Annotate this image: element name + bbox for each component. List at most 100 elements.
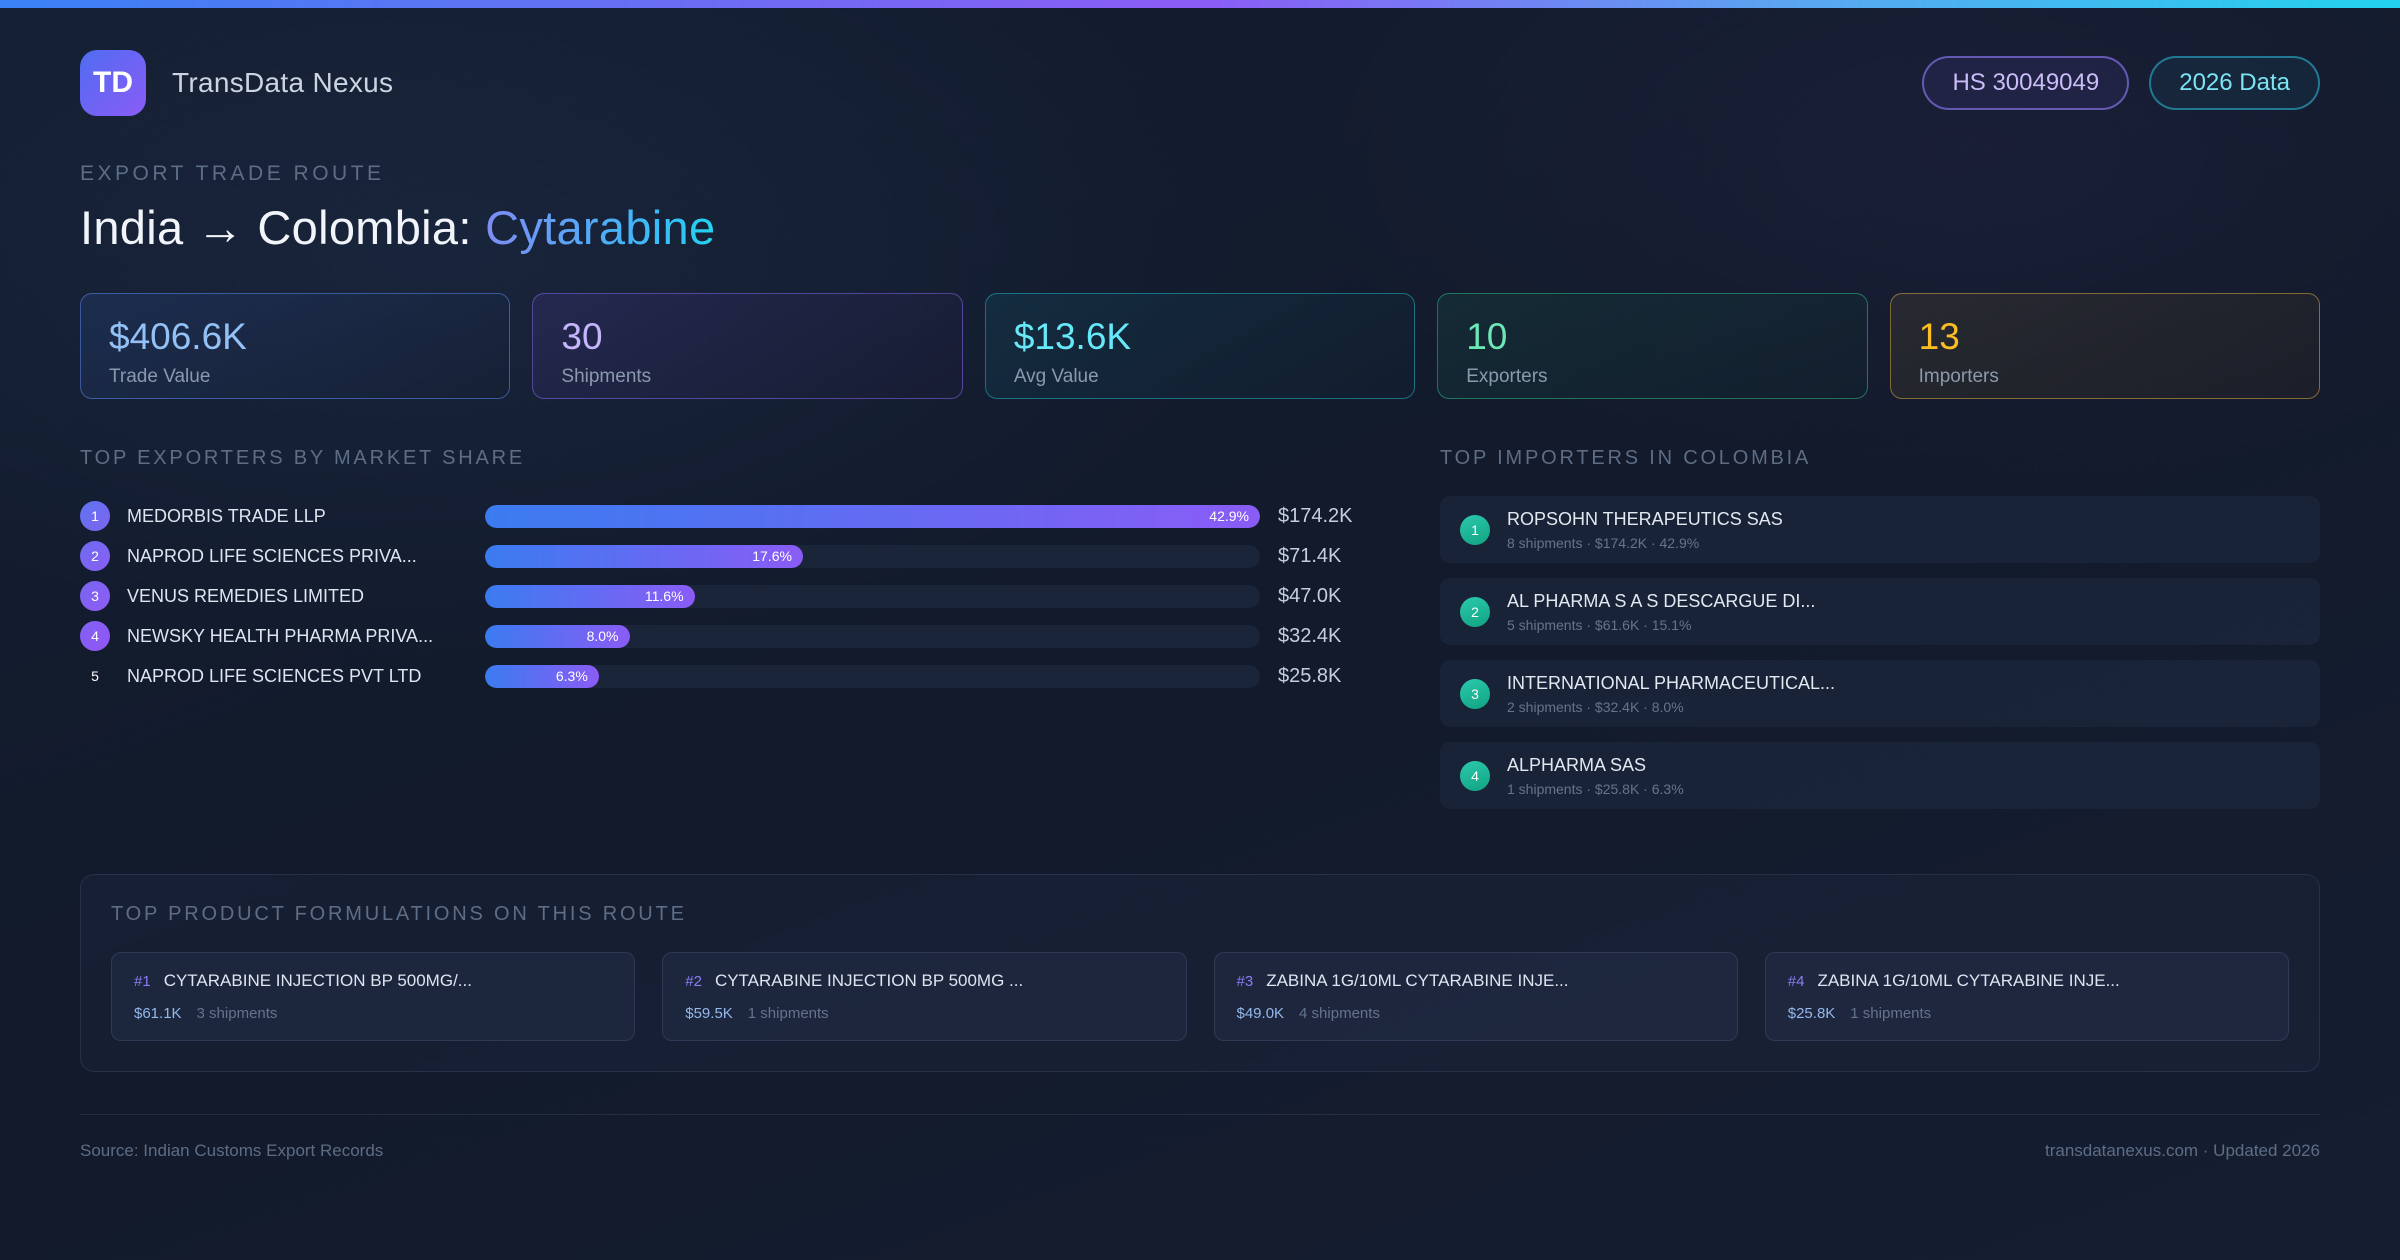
stat-label: Shipments [561, 366, 933, 388]
exporter-name: NAPROD LIFE SCIENCES PRIVA... [127, 546, 485, 567]
exporters-heading: TOP EXPORTERS BY MARKET SHARE [80, 447, 1370, 470]
importers-heading: TOP IMPORTERS IN COLOMBIA [1440, 447, 2320, 470]
product-value: $25.8K [1788, 1005, 1836, 1022]
exporter-name: MEDORBIS TRADE LLP [127, 506, 485, 527]
exporter-row[interactable]: 4 NEWSKY HEALTH PHARMA PRIVA... 8.0% $32… [80, 616, 1370, 656]
stat-importers[interactable]: 13 Importers [1890, 293, 2320, 399]
formulations-heading: TOP PRODUCT FORMULATIONS ON THIS ROUTE [111, 903, 2289, 926]
market-share-bar: 6.3% [485, 665, 599, 688]
rank-badge: 4 [1460, 761, 1490, 791]
market-share-bar: 42.9% [485, 505, 1260, 528]
route-title: India → Colombia: [80, 201, 485, 254]
product-title: Cytarabine [485, 201, 715, 254]
product-card-top: #2 CYTARABINE INJECTION BP 500MG ... [685, 971, 1163, 991]
importer-info: ALPHARMA SAS 1 shipments · $25.8K · 6.3% [1507, 755, 1684, 797]
rank-badge: 5 [80, 661, 110, 691]
market-share-percent: 11.6% [645, 588, 684, 604]
rank-badge: 3 [80, 581, 110, 611]
product-value: $61.1K [134, 1005, 182, 1022]
importer-card[interactable]: 3 INTERNATIONAL PHARMACEUTICAL... 2 ship… [1440, 660, 2320, 727]
product-value: $49.0K [1237, 1005, 1285, 1022]
rank-badge: 2 [80, 541, 110, 571]
app-logo[interactable]: TD [80, 50, 146, 116]
rank-badge: 1 [80, 501, 110, 531]
site-link[interactable]: transdatanexus.com · Updated 2026 [2045, 1141, 2320, 1161]
product-value: $59.5K [685, 1005, 733, 1022]
market-share-percent: 6.3% [556, 668, 588, 684]
importer-meta: 8 shipments · $174.2K · 42.9% [1507, 535, 1783, 551]
stat-label: Avg Value [1014, 366, 1386, 388]
importer-meta: 5 shipments · $61.6K · 15.1% [1507, 617, 1815, 633]
product-name: ZABINA 1G/10ML CYTARABINE INJE... [1266, 971, 1568, 991]
rank-badge: 4 [80, 621, 110, 651]
importer-name: ROPSOHN THERAPEUTICS SAS [1507, 509, 1783, 530]
stat-trade-value[interactable]: $406.6K Trade Value [80, 293, 510, 399]
importer-meta: 2 shipments · $32.4K · 8.0% [1507, 699, 1835, 715]
exporter-name: NAPROD LIFE SCIENCES PVT LTD [127, 666, 485, 687]
stat-value: 30 [561, 316, 933, 358]
rank-badge: 3 [1460, 679, 1490, 709]
hs-code-badge[interactable]: HS 30049049 [1922, 56, 2129, 111]
stat-value: 10 [1466, 316, 1838, 358]
stat-label: Importers [1919, 366, 2291, 388]
year-data-badge[interactable]: 2026 Data [2149, 56, 2320, 111]
stat-exporters[interactable]: 10 Exporters [1437, 293, 1867, 399]
importer-card[interactable]: 1 ROPSOHN THERAPEUTICS SAS 8 shipments ·… [1440, 496, 2320, 563]
footer: Source: Indian Customs Export Records tr… [80, 1114, 2320, 1161]
exporter-value: $174.2K [1260, 505, 1370, 528]
exporter-name: NEWSKY HEALTH PHARMA PRIVA... [127, 626, 485, 647]
rank-badge: 2 [1460, 597, 1490, 627]
importer-card[interactable]: 4 ALPHARMA SAS 1 shipments · $25.8K · 6.… [1440, 742, 2320, 809]
app-logo-text: TD [93, 66, 133, 100]
product-card-bottom: $25.8K 1 shipments [1788, 1005, 2266, 1022]
product-rank: #2 [685, 973, 702, 990]
stat-label: Trade Value [109, 366, 481, 388]
exporter-value: $47.0K [1260, 585, 1370, 608]
exporter-row[interactable]: 2 NAPROD LIFE SCIENCES PRIVA... 17.6% $7… [80, 536, 1370, 576]
importer-info: INTERNATIONAL PHARMACEUTICAL... 2 shipme… [1507, 673, 1835, 715]
market-share-percent: 42.9% [1209, 508, 1249, 524]
market-share-bar-track: 11.6% [485, 585, 1260, 608]
product-card-bottom: $59.5K 1 shipments [685, 1005, 1163, 1022]
exporter-row[interactable]: 1 MEDORBIS TRADE LLP 42.9% $174.2K [80, 496, 1370, 536]
exporters-section: TOP EXPORTERS BY MARKET SHARE 1 MEDORBIS… [80, 447, 1370, 824]
product-card-bottom: $49.0K 4 shipments [1237, 1005, 1715, 1022]
product-shipments: 3 shipments [197, 1005, 278, 1022]
product-card-top: #1 CYTARABINE INJECTION BP 500MG/... [134, 971, 612, 991]
importer-name: ALPHARMA SAS [1507, 755, 1684, 776]
product-name: CYTARABINE INJECTION BP 500MG/... [164, 971, 472, 991]
page-title: India → Colombia: Cytarabine [80, 200, 2320, 255]
importer-info: ROPSOHN THERAPEUTICS SAS 8 shipments · $… [1507, 509, 1783, 551]
importer-name: AL PHARMA S A S DESCARGUE DI... [1507, 591, 1815, 612]
product-card[interactable]: #3 ZABINA 1G/10ML CYTARABINE INJE... $49… [1214, 952, 1738, 1041]
product-card[interactable]: #4 ZABINA 1G/10ML CYTARABINE INJE... $25… [1765, 952, 2289, 1041]
exporter-row[interactable]: 5 NAPROD LIFE SCIENCES PVT LTD 6.3% $25.… [80, 656, 1370, 696]
exporter-value: $32.4K [1260, 625, 1370, 648]
market-share-bar-track: 8.0% [485, 625, 1260, 648]
stat-cards: $406.6K Trade Value 30 Shipments $13.6K … [80, 293, 2320, 399]
market-share-bar-track: 42.9% [485, 505, 1260, 528]
importer-info: AL PHARMA S A S DESCARGUE DI... 5 shipme… [1507, 591, 1815, 633]
stat-shipments[interactable]: 30 Shipments [532, 293, 962, 399]
product-card-top: #4 ZABINA 1G/10ML CYTARABINE INJE... [1788, 971, 2266, 991]
product-rank: #4 [1788, 973, 1805, 990]
main-content: TOP EXPORTERS BY MARKET SHARE 1 MEDORBIS… [80, 447, 2320, 824]
top-accent-bar [0, 0, 2400, 8]
market-share-bar-track: 6.3% [485, 665, 1260, 688]
importer-card[interactable]: 2 AL PHARMA S A S DESCARGUE DI... 5 ship… [1440, 578, 2320, 645]
product-card[interactable]: #1 CYTARABINE INJECTION BP 500MG/... $61… [111, 952, 635, 1041]
product-name: CYTARABINE INJECTION BP 500MG ... [715, 971, 1023, 991]
product-card-bottom: $61.1K 3 shipments [134, 1005, 612, 1022]
product-shipments: 1 shipments [748, 1005, 829, 1022]
product-card[interactable]: #2 CYTARABINE INJECTION BP 500MG ... $59… [662, 952, 1186, 1041]
exporter-row[interactable]: 3 VENUS REMEDIES LIMITED 11.6% $47.0K [80, 576, 1370, 616]
exporter-name: VENUS REMEDIES LIMITED [127, 586, 485, 607]
product-name: ZABINA 1G/10ML CYTARABINE INJE... [1817, 971, 2119, 991]
market-share-bar: 11.6% [485, 585, 695, 608]
market-share-percent: 17.6% [752, 548, 792, 564]
stat-value: 13 [1919, 316, 2291, 358]
rank-badge: 1 [1460, 515, 1490, 545]
stat-avg-value[interactable]: $13.6K Avg Value [985, 293, 1415, 399]
product-rank: #1 [134, 973, 151, 990]
source-note: Source: Indian Customs Export Records [80, 1141, 383, 1161]
